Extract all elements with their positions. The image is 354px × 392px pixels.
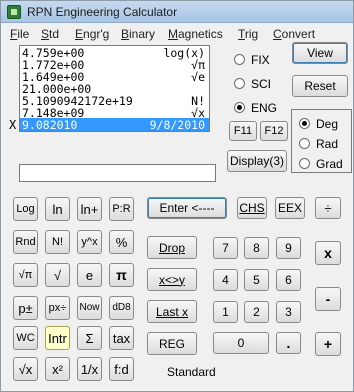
menu-magnetics[interactable]: Magnetics — [168, 27, 223, 41]
digit-2-key[interactable]: 2 — [244, 301, 269, 323]
last-x-button[interactable]: Last x — [147, 300, 197, 323]
rnd-key[interactable]: Rnd — [13, 230, 38, 254]
sqrt-pi-key[interactable]: √π — [13, 263, 38, 287]
title-bar: RPN Engineering Calculator — [1, 1, 353, 23]
digit-1-key[interactable]: 1 — [213, 301, 238, 323]
factorial-key[interactable]: N! — [45, 230, 70, 254]
radio-dot-selected[interactable] — [299, 118, 310, 129]
reciprocal-key[interactable]: 1/x — [77, 357, 102, 381]
menu-engrg[interactable]: Engr'g — [75, 27, 109, 41]
digit-3-key[interactable]: 3 — [276, 301, 301, 323]
px-divide-key[interactable]: px÷ — [45, 296, 70, 320]
digit-7-key[interactable]: 7 — [213, 237, 238, 259]
chs-key[interactable]: CHS — [237, 197, 267, 219]
digit-8-key[interactable]: 8 — [244, 237, 269, 259]
display-button[interactable]: Display(3) — [227, 150, 287, 172]
ln-plus-key[interactable]: ln+ — [77, 197, 102, 221]
sqrt-x-key[interactable]: √x — [13, 357, 38, 381]
minus-key[interactable]: - — [315, 287, 341, 311]
menu-convert[interactable]: Convert — [273, 27, 315, 41]
dd8-key[interactable]: dD8 — [109, 296, 134, 320]
digit-4-key[interactable]: 4 — [213, 269, 238, 291]
digit-0-key[interactable]: 0 — [213, 332, 269, 354]
power-key[interactable]: y^x — [77, 230, 102, 254]
swap-xy-button[interactable]: x<>y — [147, 268, 197, 291]
intr-key[interactable]: Intr — [45, 326, 70, 350]
x-register-label: X — [9, 118, 17, 132]
p-plusminus-key[interactable]: p± — [13, 296, 38, 320]
f12-button[interactable]: F12 — [260, 121, 288, 141]
drop-button[interactable]: Drop — [147, 236, 197, 259]
radio-dot[interactable] — [234, 78, 245, 89]
f11-button[interactable]: F11 — [229, 121, 257, 141]
digit-6-key[interactable]: 6 — [276, 269, 301, 291]
stack-row-x-selected[interactable]: 9.082010 9/8/2010 — [20, 118, 209, 131]
menu-file[interactable]: File — [10, 27, 29, 41]
now-key[interactable]: Now — [77, 296, 102, 320]
multiply-key[interactable]: x — [315, 241, 341, 265]
menu-binary[interactable]: Binary — [121, 27, 155, 41]
reg-button[interactable]: REG — [147, 332, 197, 355]
decimal-point-key[interactable]: . — [276, 332, 301, 354]
radio-dot[interactable] — [299, 158, 310, 169]
enter-button[interactable]: Enter <---- — [147, 197, 227, 219]
digit-9-key[interactable]: 9 — [276, 237, 301, 259]
entry-field[interactable] — [19, 164, 216, 182]
app-window: RPN Engineering Calculator File Std Engr… — [0, 0, 354, 392]
eex-key[interactable]: EEX — [275, 197, 305, 219]
log-key[interactable]: Log — [13, 197, 38, 221]
radio-dot[interactable] — [299, 138, 310, 149]
percent-key[interactable]: % — [109, 230, 134, 254]
digit-5-key[interactable]: 5 — [244, 269, 269, 291]
radio-dot-selected[interactable] — [234, 102, 245, 113]
ln-key[interactable]: ln — [45, 197, 70, 221]
app-icon — [7, 5, 21, 19]
fraction-key[interactable]: f:d — [109, 357, 134, 381]
stack-display[interactable]: 4.759e+00 log(x) 1.772e+00 √π 1.649e+00 √e … — [19, 45, 210, 132]
divide-key[interactable]: ÷ — [315, 197, 341, 219]
square-key[interactable]: x² — [45, 357, 70, 381]
menu-std[interactable]: Std — [41, 27, 59, 41]
plus-key[interactable]: + — [315, 332, 341, 356]
tax-key[interactable]: tax — [109, 326, 134, 350]
view-button[interactable]: View — [292, 42, 348, 64]
mode-status-label: Standard — [167, 365, 216, 379]
e-key[interactable]: e — [77, 263, 102, 287]
menu-trig[interactable]: Trig — [238, 27, 258, 41]
sigma-key[interactable]: Σ — [77, 326, 102, 350]
pi-key[interactable]: π — [109, 263, 134, 287]
menu-bar: File Std Engr'g Binary Magnetics Trig Co… — [1, 24, 353, 43]
window-title: RPN Engineering Calculator — [27, 5, 178, 19]
wc-key[interactable]: WC — [13, 326, 38, 350]
sqrt-key[interactable]: √ — [45, 263, 70, 287]
reset-button[interactable]: Reset — [292, 75, 348, 97]
angle-mode-group: Deg Rad Grad — [291, 109, 352, 173]
radio-dot[interactable] — [234, 54, 245, 65]
polar-rect-key[interactable]: P:R — [109, 197, 134, 221]
